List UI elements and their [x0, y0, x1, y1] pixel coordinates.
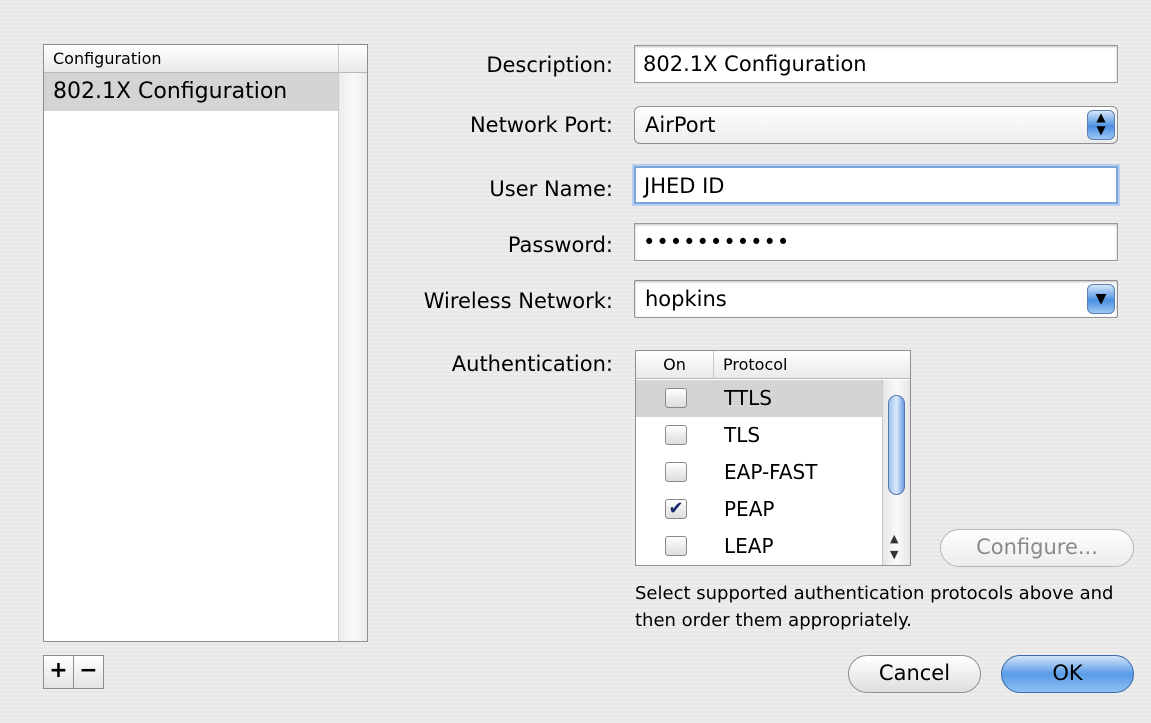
protocol-name: LEAP [724, 534, 774, 558]
scroll-down-arrow-icon[interactable]: ▼ [890, 548, 898, 561]
column-header-protocol[interactable]: Protocol [714, 351, 910, 379]
protocol-name: PEAP [724, 497, 775, 521]
configuration-list-item[interactable]: 802.1X Configuration [44, 73, 338, 111]
username-field[interactable]: JHED ID [634, 166, 1118, 204]
remove-configuration-button[interactable]: − [73, 655, 104, 689]
protocol-name: EAP-FAST [724, 460, 818, 484]
protocol-row-leap[interactable]: LEAP [636, 528, 882, 565]
column-header-on[interactable]: On [636, 351, 714, 379]
protocol-scrollbar[interactable]: ▲ ▼ [882, 380, 910, 565]
protocol-checkbox[interactable] [665, 425, 687, 445]
protocol-name: TLS [724, 423, 761, 447]
authentication-label: Authentication: [451, 352, 613, 376]
authentication-hint-text: Select supported authentication protocol… [635, 583, 1114, 631]
network-port-value: AirPort [645, 113, 716, 137]
protocol-checkbox[interactable] [665, 462, 687, 482]
protocol-row-peap[interactable]: ✔ PEAP [636, 491, 882, 528]
network-port-popup[interactable]: AirPort ▲ ▼ [634, 106, 1118, 144]
network-port-label: Network Port: [469, 113, 613, 137]
description-field[interactable]: 802.1X Configuration [634, 45, 1118, 83]
protocol-name: TTLS [724, 386, 772, 410]
scroll-thumb[interactable] [888, 395, 905, 495]
password-field[interactable]: ••••••••••• [634, 223, 1118, 261]
protocol-row-eap-fast[interactable]: EAP-FAST [636, 454, 882, 491]
wireless-network-combo[interactable]: hopkins ▼ [634, 280, 1118, 318]
protocol-checkbox[interactable] [665, 536, 687, 556]
chevron-down-icon[interactable]: ▼ [1087, 284, 1115, 314]
authentication-protocol-table[interactable]: On Protocol TTLS TLS EAP-FAST ✔ PEAP LEA… [635, 350, 911, 566]
cancel-button[interactable]: Cancel [848, 655, 981, 693]
up-down-chevron-icon: ▲ ▼ [1087, 110, 1115, 140]
ok-button[interactable]: OK [1001, 655, 1134, 693]
protocol-checkbox-checked[interactable]: ✔ [665, 499, 687, 519]
password-label: Password: [507, 233, 613, 257]
scroll-up-arrow-icon[interactable]: ▲ [890, 532, 898, 545]
protocol-row-tls[interactable]: TLS [636, 417, 882, 454]
wireless-network-value: hopkins [645, 287, 727, 311]
protocol-row-ttls[interactable]: TTLS [636, 380, 882, 417]
checkmark-icon: ✔ [668, 498, 684, 519]
description-label: Description: [486, 53, 613, 77]
configure-button[interactable]: Configure... [940, 529, 1134, 567]
username-label: User Name: [489, 177, 613, 201]
protocol-checkbox[interactable] [665, 388, 687, 408]
wireless-network-label: Wireless Network: [423, 289, 613, 313]
add-configuration-button[interactable]: + [43, 655, 74, 689]
